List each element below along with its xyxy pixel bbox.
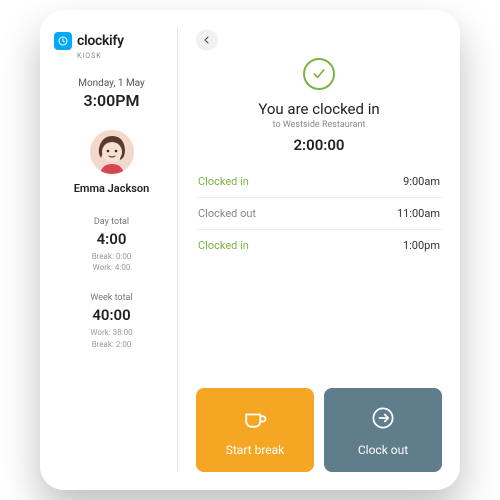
day-work: Work: 4:00 [93,262,131,273]
check-circle-icon [303,58,335,90]
log-time: 11:00am [397,207,440,220]
clock-out-button[interactable]: Clock out [324,388,442,472]
kiosk-device: clockify KIOSK Monday, 1 May 3:00PM Emma… [40,10,460,490]
clock-icon [54,32,72,50]
brand-logo: clockify [54,32,124,50]
brand-name: clockify [77,33,124,49]
log-label: Clocked in [198,239,249,252]
week-break: Break: 2:00 [92,339,132,350]
current-time: 3:00PM [83,91,139,110]
sidebar: clockify KIOSK Monday, 1 May 3:00PM Emma… [40,28,178,472]
day-total-value: 4:00 [97,230,127,248]
day-total-block: Day total 4:00 Break: 0:00 Work: 4:00 [92,217,132,273]
arrow-circle-icon [369,404,397,435]
back-button[interactable] [196,29,218,51]
main-panel: You are clocked in to Westside Restauran… [178,28,460,472]
log-time: 9:00am [403,175,440,188]
action-bar: Start break Clock out [196,388,442,472]
status-subtitle: to Westside Restaurant [273,120,366,130]
log-row: Clocked in 1:00pm [196,230,442,261]
start-break-label: Start break [226,443,285,457]
clock-out-label: Clock out [358,443,408,457]
session-time: 2:00:00 [293,136,344,154]
start-break-button[interactable]: Start break [196,388,314,472]
user-name: Emma Jackson [74,182,150,195]
week-total-block: Week total 40:00 Work: 38:00 Break: 2:00 [90,293,132,349]
log-label: Clocked out [198,207,256,220]
activity-log: Clocked in 9:00am Clocked out 11:00am Cl… [196,166,442,261]
log-row: Clocked in 9:00am [196,166,442,198]
week-total-label: Week total [90,293,132,303]
brand-mode: KIOSK [77,52,102,60]
avatar [90,130,134,174]
log-row: Clocked out 11:00am [196,198,442,230]
status-title: You are clocked in [258,100,379,118]
cup-icon [241,404,269,435]
log-time: 1:00pm [403,239,440,252]
week-work: Work: 38:00 [90,327,132,338]
log-label: Clocked in [198,175,249,188]
current-date: Monday, 1 May [78,78,145,89]
status-area: You are clocked in to Westside Restauran… [196,58,442,166]
day-total-label: Day total [94,217,129,227]
week-total-value: 40:00 [92,306,130,324]
day-break: Break: 0:00 [92,251,132,262]
topbar [196,28,442,52]
